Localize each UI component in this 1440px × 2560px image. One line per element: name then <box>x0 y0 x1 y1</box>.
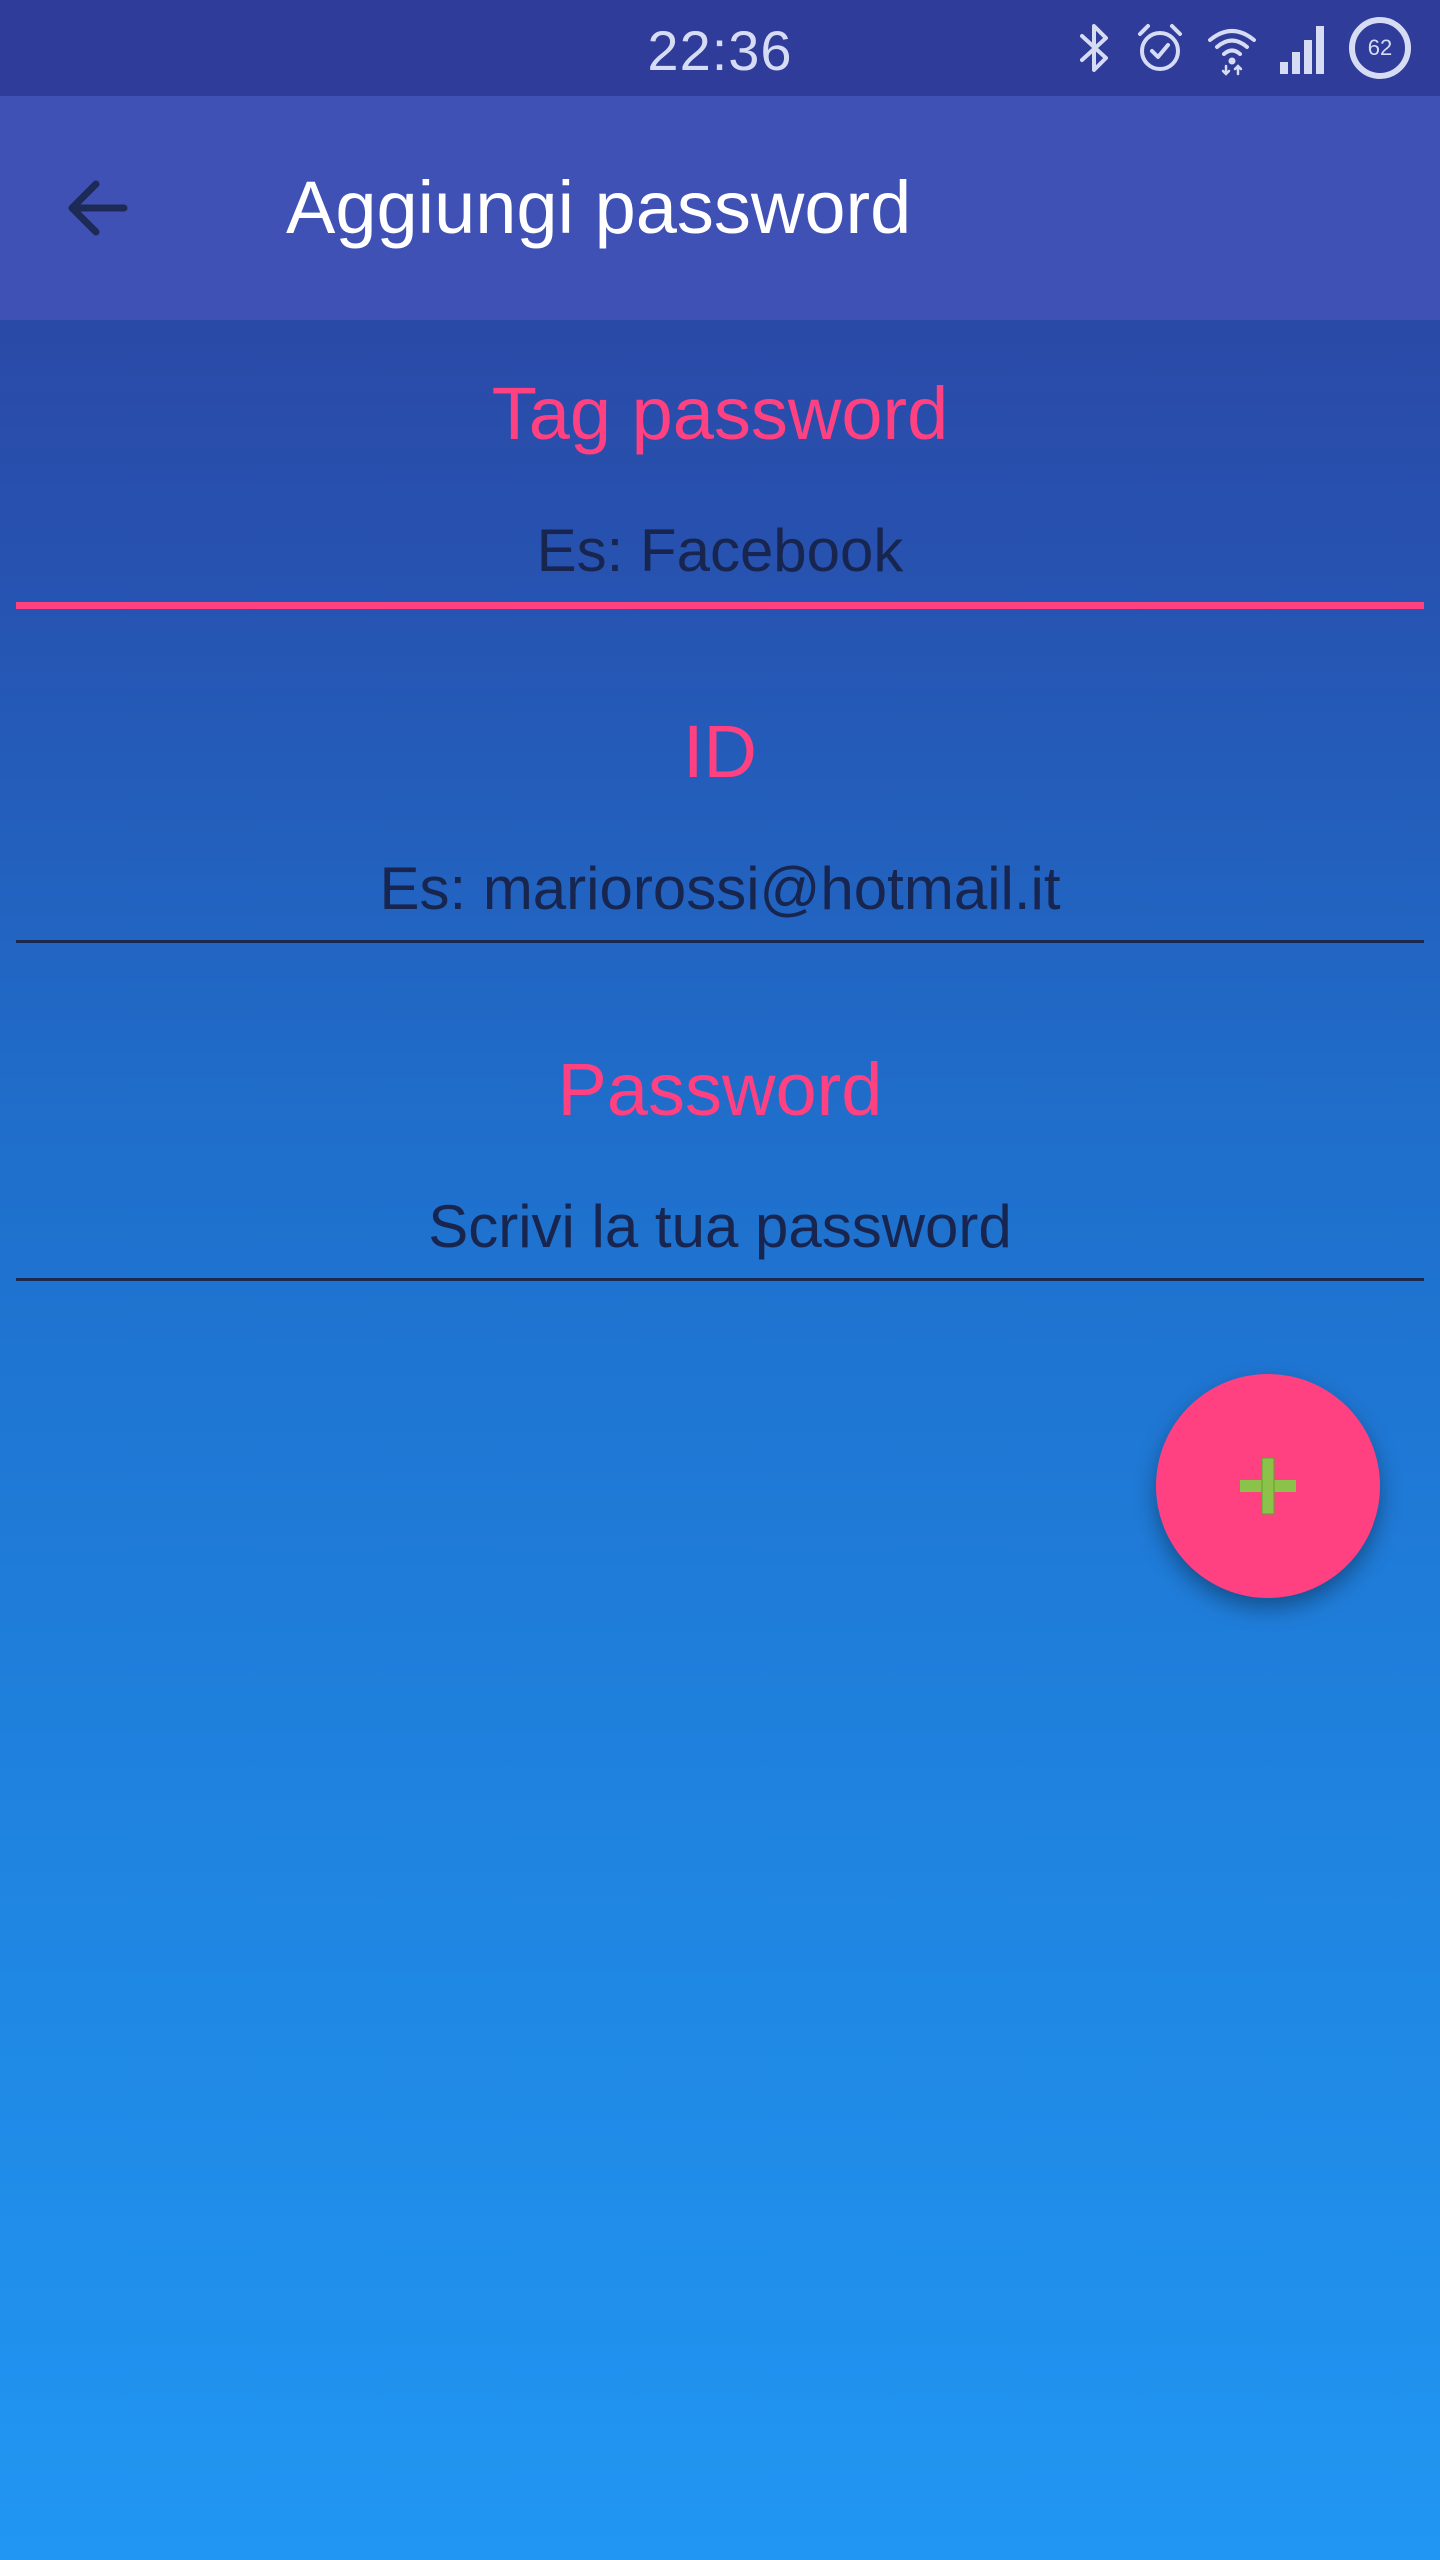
tag-underline <box>16 602 1424 609</box>
id-label: ID <box>683 710 757 793</box>
arrow-back-icon <box>68 180 128 236</box>
back-button[interactable] <box>48 158 148 258</box>
app-bar: Aggiungi password <box>0 96 1440 320</box>
signal-icon <box>1278 20 1328 76</box>
password-input[interactable] <box>16 1176 1424 1276</box>
alarm-icon <box>1134 20 1186 76</box>
status-icons: 62 <box>1074 14 1412 82</box>
status-bar: 22:36 62 <box>0 0 1440 96</box>
battery-icon: 62 <box>1348 16 1412 80</box>
tag-input[interactable] <box>16 500 1424 600</box>
id-input[interactable] <box>16 838 1424 938</box>
id-field: ID <box>16 658 1424 968</box>
battery-level: 62 <box>1367 35 1393 60</box>
tag-field: Tag password <box>16 320 1424 630</box>
add-password-button[interactable] <box>1156 1374 1380 1598</box>
bluetooth-icon <box>1074 20 1114 76</box>
id-underline <box>16 940 1424 943</box>
wifi-icon <box>1206 20 1258 76</box>
password-label: Password <box>557 1048 883 1131</box>
page-title: Aggiungi password <box>286 166 912 249</box>
plus-icon <box>1240 1457 1296 1515</box>
password-underline <box>16 1278 1424 1281</box>
tag-label: Tag password <box>491 372 949 455</box>
password-field: Password <box>16 996 1424 1306</box>
